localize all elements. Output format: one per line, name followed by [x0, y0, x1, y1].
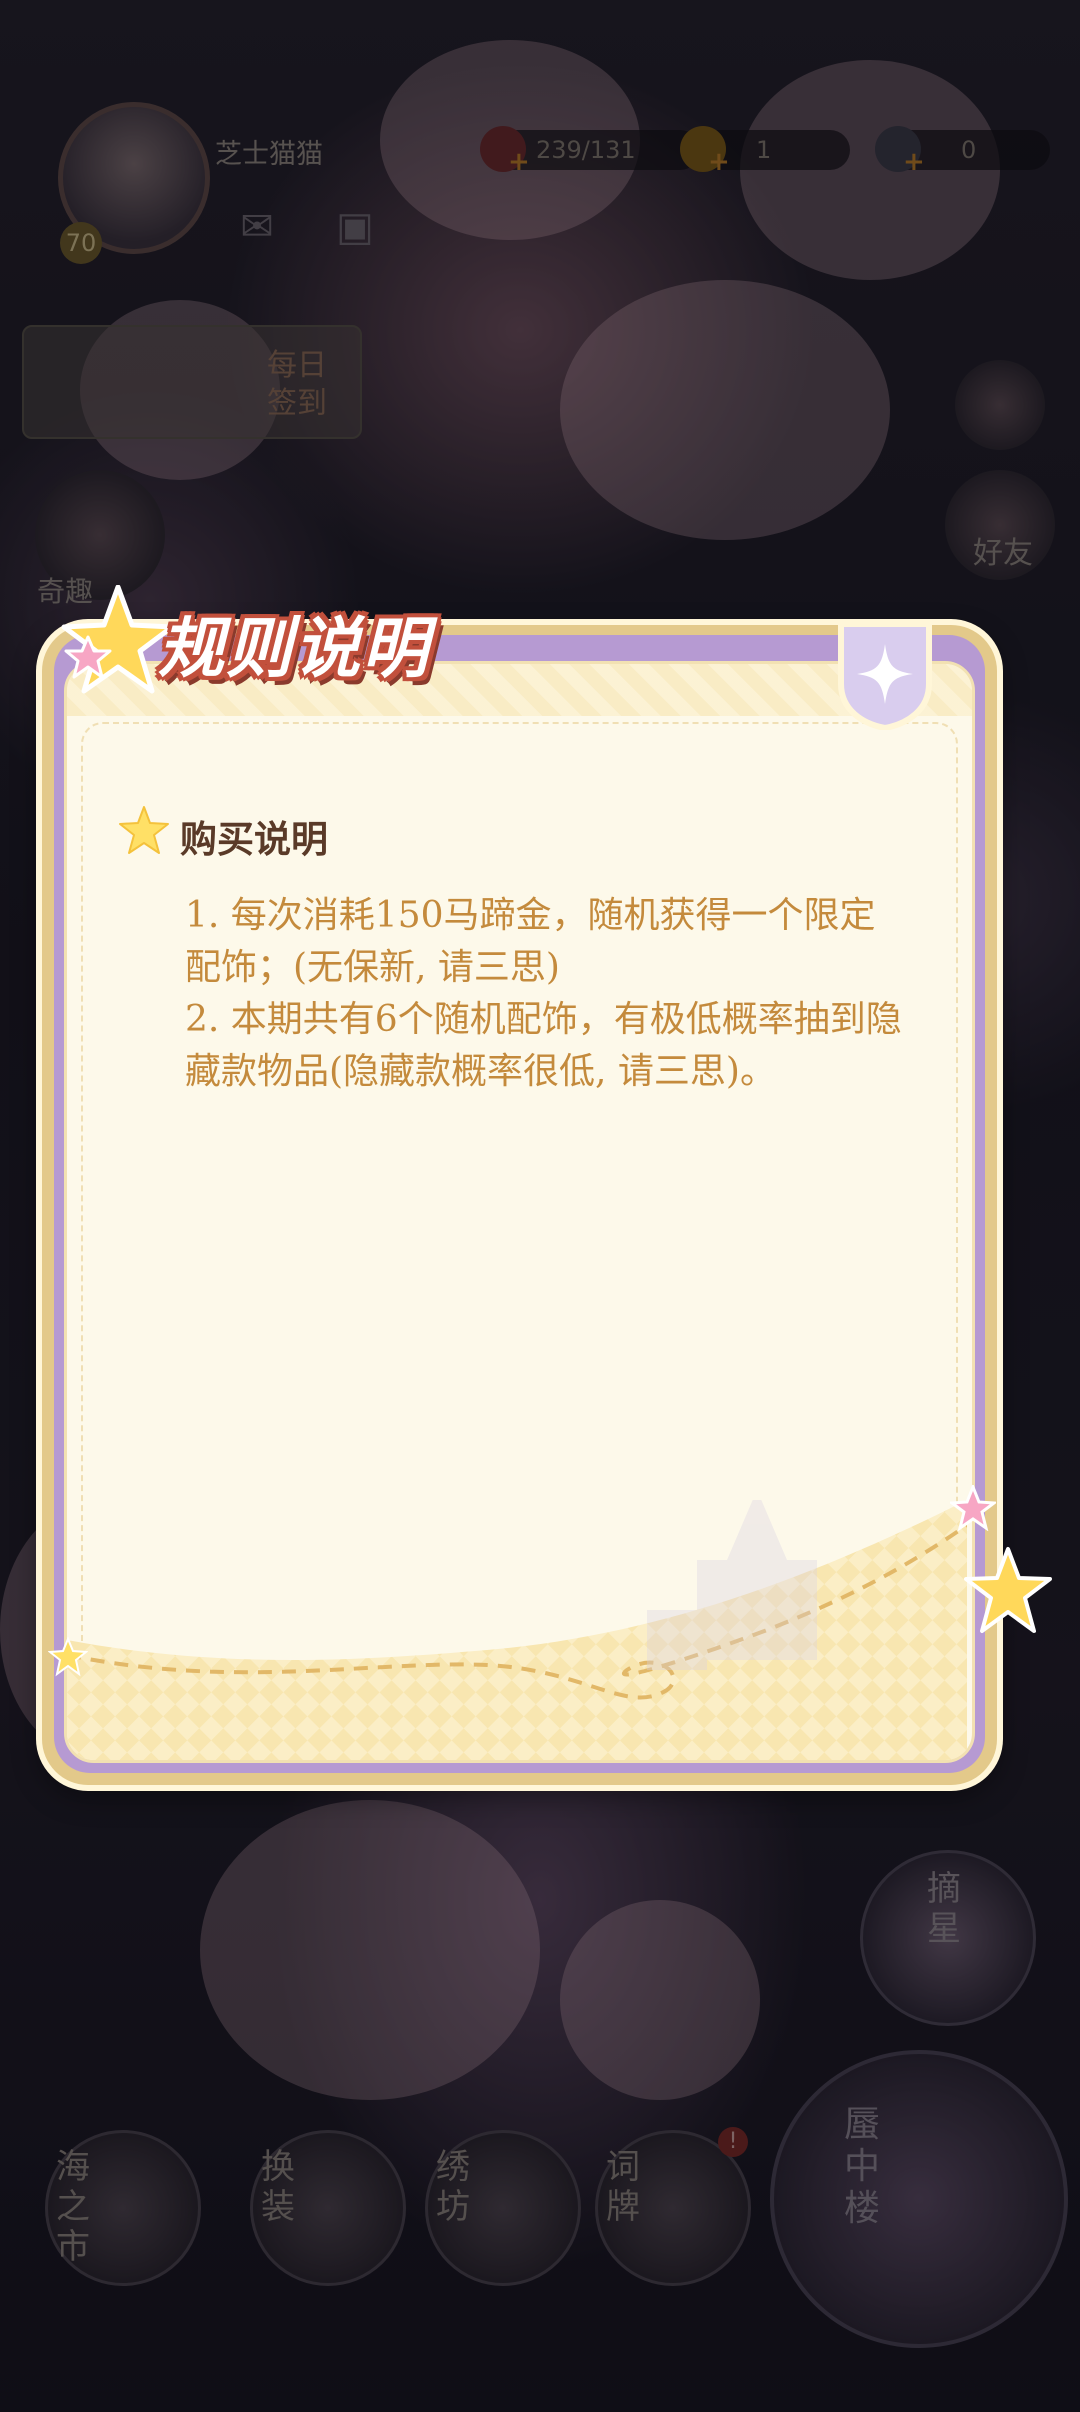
section-star-icon: [119, 806, 169, 854]
pink-star-icon: [950, 1485, 996, 1531]
big-star-icon: [964, 1547, 1052, 1633]
rules-dialog: [42, 625, 997, 1785]
close-button[interactable]: [835, 618, 935, 732]
sparkle-close-icon: [838, 621, 932, 732]
dialog-title: 规则说明: [158, 610, 430, 687]
dialog-frame: [54, 635, 985, 1773]
paper-bottom-decoration: [67, 1500, 967, 1760]
rule-item: 1. 每次消耗150马蹄金，随机获得一个限定配饰；(无保新, 请三思): [185, 895, 876, 988]
rules-text: 1. 每次消耗150马蹄金，随机获得一个限定配饰；(无保新, 请三思) 2. 本…: [185, 890, 905, 1098]
section-title: 购买说明: [180, 817, 328, 861]
rule-item: 2. 本期共有6个随机配饰，有极低概率抽到隐藏款物品(隐藏款概率很低, 请三思)…: [185, 999, 902, 1092]
dialog-title-badge: 规则说明: [58, 585, 458, 695]
small-star-icon: [48, 1637, 88, 1677]
